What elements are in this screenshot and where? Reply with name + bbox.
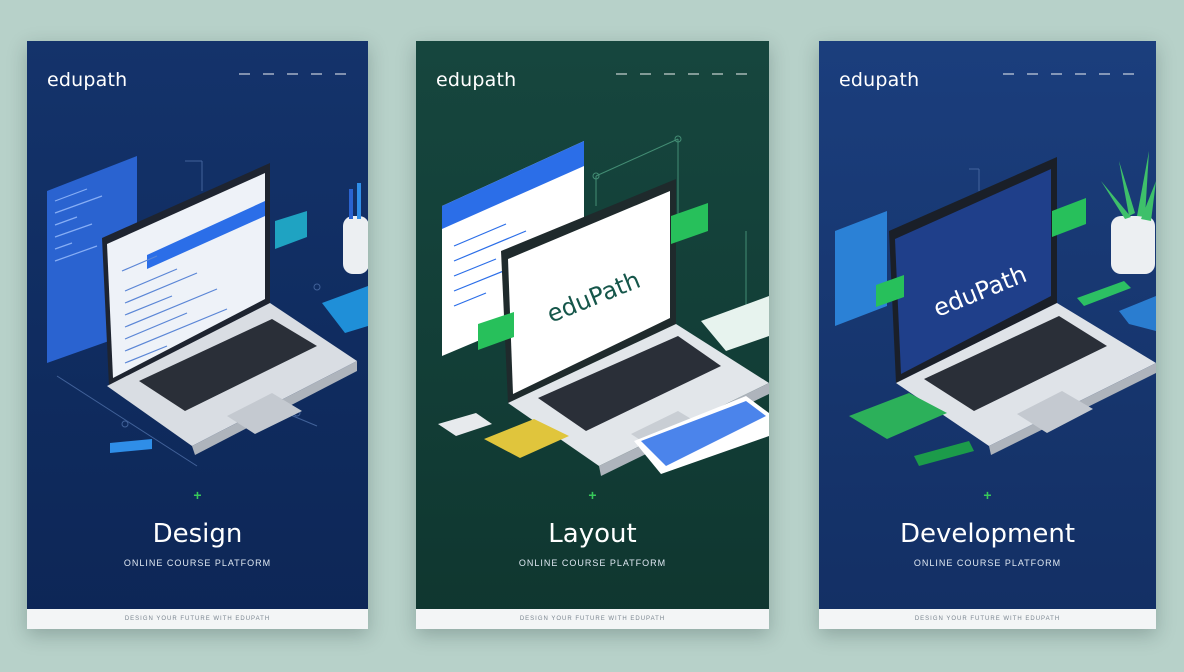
card-design[interactable]: edupath + Design ONLINE COURSE PLATFORM …	[27, 41, 368, 629]
card-subtitle: ONLINE COURSE PLATFORM	[123, 558, 272, 568]
plus-icon: +	[193, 487, 202, 503]
laptop-illustration	[47, 156, 368, 467]
card-footer: DESIGN YOUR FUTURE WITH EDUPATH	[27, 609, 368, 629]
card-subtitle: ONLINE COURSE PLATFORM	[913, 558, 1062, 568]
card-footer: DESIGN YOUR FUTURE WITH EDUPATH	[416, 609, 769, 629]
card-title: Design	[152, 519, 243, 549]
laptop-illustration: eduPath	[835, 151, 1156, 466]
card-title: Development	[899, 519, 1076, 549]
laptop-illustration: eduPath	[438, 135, 769, 476]
card-development[interactable]: edupath eduPath + Development ONLINE COU…	[819, 41, 1156, 629]
card-subtitle: ONLINE COURSE PLATFORM	[518, 558, 667, 568]
card-footer: DESIGN YOUR FUTURE WITH EDUPATH	[819, 609, 1156, 629]
card-title: Layout	[548, 519, 637, 549]
plus-icon: +	[588, 487, 597, 503]
card-layout[interactable]: edupath eduPath + Layout ONLINE COURSE P…	[416, 41, 769, 629]
plus-icon: +	[983, 487, 992, 503]
